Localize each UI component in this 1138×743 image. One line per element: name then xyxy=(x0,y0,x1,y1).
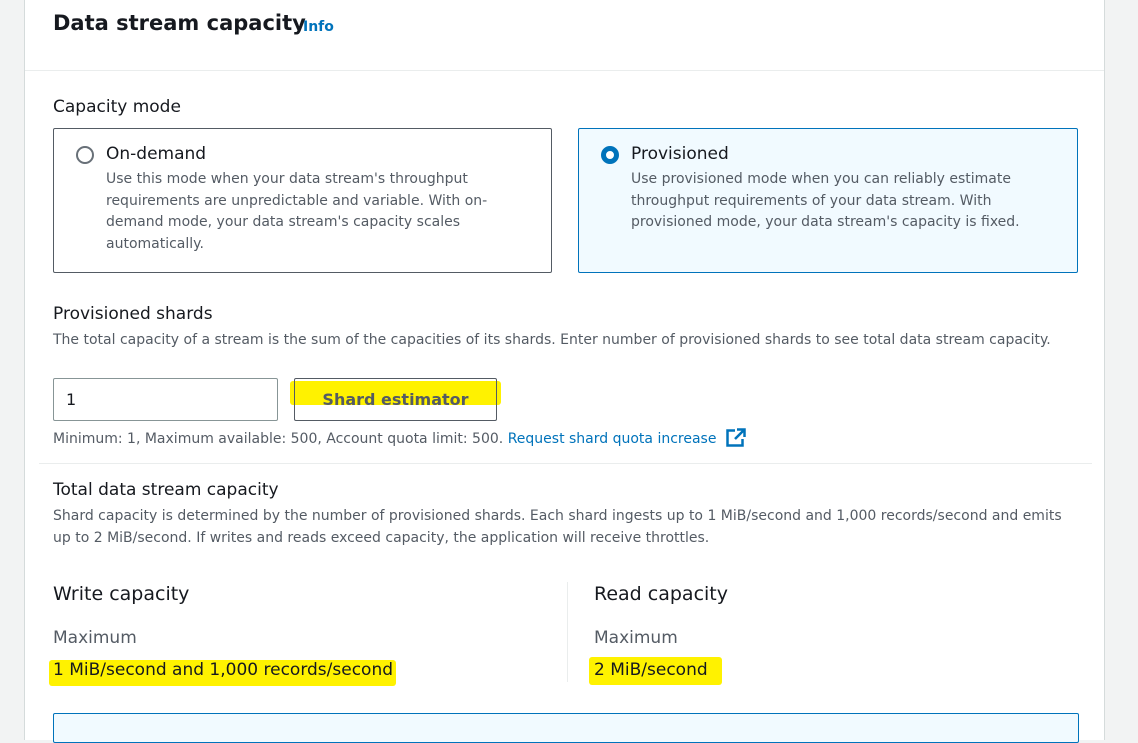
provisioned-shards-label: Provisioned shards xyxy=(53,304,213,324)
provisioned-shards-input[interactable] xyxy=(53,378,278,421)
read-capacity-value: 2 MiB/second xyxy=(594,660,708,680)
write-capacity-value: 1 MiB/second and 1,000 records/second xyxy=(53,660,394,680)
request-quota-link[interactable]: Request shard quota increase xyxy=(508,431,717,447)
tile-provisioned[interactable]: Provisioned Use provisioned mode when yo… xyxy=(578,128,1078,273)
tile-provisioned-description: Use provisioned mode when you can reliab… xyxy=(631,171,1020,231)
total-capacity-description: Shard capacity is determined by the numb… xyxy=(53,508,1062,546)
next-section-box xyxy=(53,713,1079,743)
read-capacity-title: Read capacity xyxy=(594,583,728,605)
write-capacity-title: Write capacity xyxy=(53,583,190,605)
tile-on-demand-description: Use this mode when your data stream's th… xyxy=(106,171,488,252)
provisioned-shards-description: The total capacity of a stream is the su… xyxy=(53,332,1051,348)
external-link-icon[interactable] xyxy=(726,428,746,451)
tile-provisioned-label: Provisioned xyxy=(631,144,729,164)
data-stream-capacity-panel: Data stream capacity Info Capacity mode … xyxy=(24,0,1105,743)
read-capacity-key: Maximum xyxy=(594,628,678,648)
section-divider xyxy=(39,463,1092,464)
capacity-mode-label: Capacity mode xyxy=(53,97,181,117)
radio-on-demand[interactable] xyxy=(76,146,94,164)
write-capacity-key: Maximum xyxy=(53,628,137,648)
panel-header: Data stream capacity Info xyxy=(25,0,1104,71)
constraint-text: Minimum: 1, Maximum available: 500, Acco… xyxy=(53,431,504,447)
radio-provisioned[interactable] xyxy=(601,146,619,164)
shard-estimator-button[interactable]: Shard estimator xyxy=(294,378,497,421)
info-link[interactable]: Info xyxy=(303,19,334,35)
shard-constraint-text: Minimum: 1, Maximum available: 500, Acco… xyxy=(53,428,746,451)
tile-on-demand-label: On-demand xyxy=(106,144,207,164)
total-capacity-label: Total data stream capacity xyxy=(53,480,279,500)
tile-on-demand[interactable]: On-demand Use this mode when your data s… xyxy=(53,128,552,273)
section-title: Data stream capacity xyxy=(53,11,306,35)
column-divider xyxy=(567,582,568,682)
